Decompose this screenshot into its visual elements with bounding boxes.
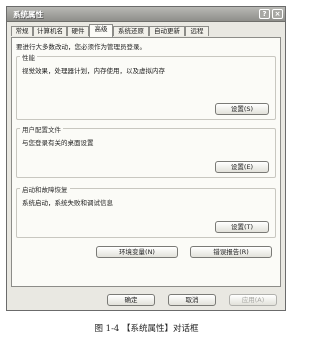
user-profiles-group: 用户配置文件 与您登录有关的桌面设置 设置(E): [16, 124, 276, 178]
user-profiles-group-title: 用户配置文件: [20, 124, 63, 134]
apply-button[interactable]: 应用(A): [229, 294, 277, 306]
tab-system-restore[interactable]: 系统还原: [113, 26, 149, 36]
tab-computer-name[interactable]: 计算机名: [33, 26, 67, 36]
title-bar[interactable]: 系统属性 ? ×: [7, 7, 285, 22]
error-reporting-button[interactable]: 错误报告(R): [190, 246, 272, 258]
cancel-button[interactable]: 取消: [168, 294, 216, 306]
system-properties-dialog: 系统属性 ? × 常规 计算机名 硬件 高级 系统还原 自动更新 远程 要进行大…: [6, 6, 286, 311]
tab-hardware[interactable]: 硬件: [67, 26, 89, 36]
environment-variables-button[interactable]: 环境变量(N): [96, 246, 178, 258]
tab-advanced[interactable]: 高级: [89, 24, 113, 37]
dialog-title: 系统属性: [13, 10, 43, 19]
advanced-tab-panel: 要进行大多数改动，您必须作为管理员登录。 性能 视觉效果，处理器计划，内存使用，…: [11, 37, 281, 287]
tab-general[interactable]: 常规: [11, 26, 33, 36]
tab-automatic-updates[interactable]: 自动更新: [149, 26, 185, 36]
performance-group: 性能 视觉效果，处理器计划，内存使用，以及虚拟内存 设置(S): [16, 52, 276, 120]
user-profiles-description: 与您登录有关的桌面设置: [22, 139, 94, 147]
tab-bar: 常规 计算机名 硬件 高级 系统还原 自动更新 远程: [11, 24, 281, 37]
startup-recovery-group-title: 启动和故障恢复: [20, 184, 70, 194]
help-button[interactable]: ?: [259, 9, 270, 19]
ok-button[interactable]: 确定: [107, 294, 155, 306]
admin-notice: 要进行大多数改动，您必须作为管理员登录。: [16, 43, 146, 51]
performance-group-title: 性能: [20, 52, 37, 62]
performance-description: 视觉效果，处理器计划，内存使用，以及虚拟内存: [22, 67, 165, 75]
startup-recovery-settings-button[interactable]: 设置(T): [215, 221, 269, 233]
startup-recovery-group: 启动和故障恢复 系统启动，系统失败和调试信息 设置(T): [16, 184, 276, 238]
tab-remote[interactable]: 远程: [185, 26, 209, 36]
startup-recovery-description: 系统启动，系统失败和调试信息: [22, 199, 113, 207]
figure-caption: 图 1-4 【系统属性】对话框: [94, 324, 199, 334]
user-profiles-settings-button[interactable]: 设置(E): [215, 161, 269, 173]
close-button[interactable]: ×: [272, 9, 283, 19]
performance-settings-button[interactable]: 设置(S): [215, 103, 269, 115]
